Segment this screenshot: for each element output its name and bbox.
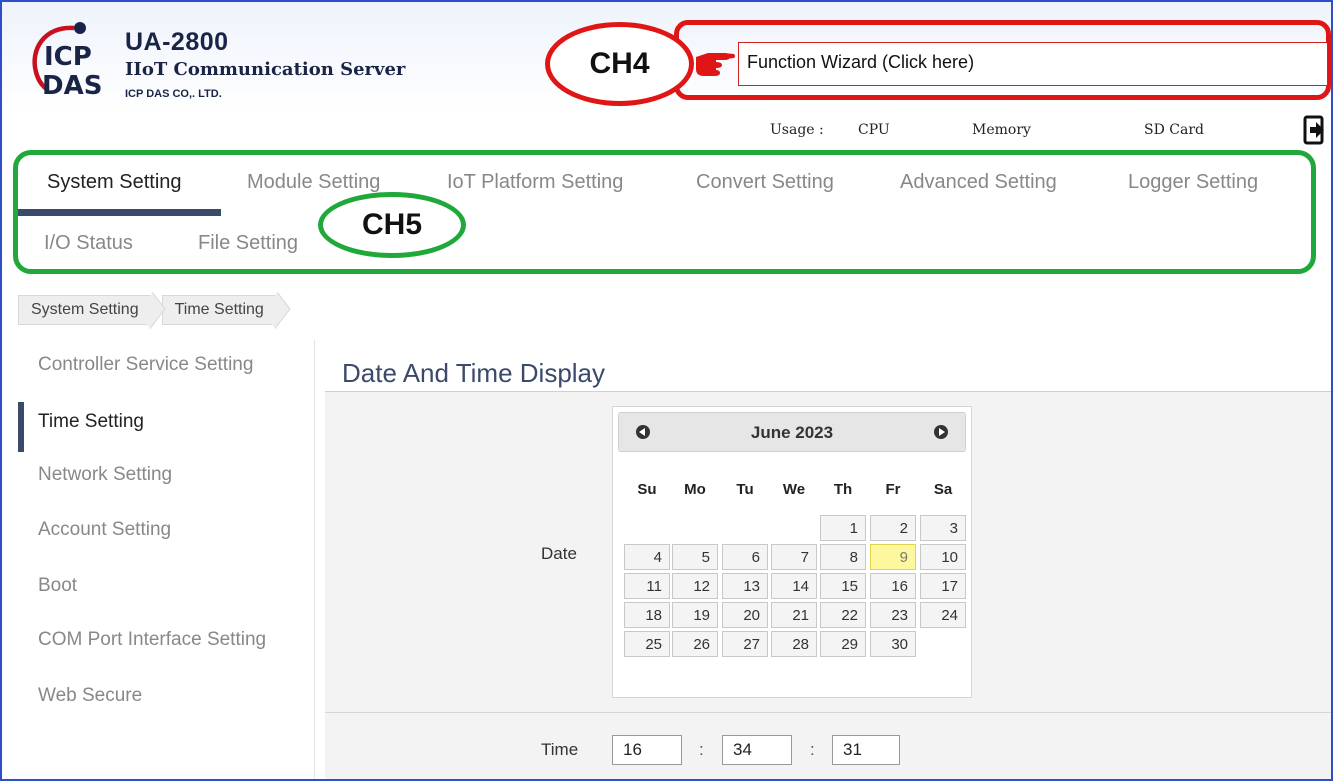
cpu-label: CPU bbox=[858, 122, 890, 138]
weekday-label: Tu bbox=[736, 481, 754, 498]
ch5-callout: CH5 bbox=[318, 192, 466, 258]
hour-input[interactable]: 16 bbox=[612, 735, 682, 765]
calendar-day[interactable]: 26 bbox=[672, 631, 718, 657]
active-tab-indicator bbox=[18, 209, 221, 216]
logo-text-icp: ICP bbox=[44, 42, 92, 72]
sidebar-item-network-setting[interactable]: Network Setting bbox=[38, 464, 172, 486]
calendar-day[interactable]: 3 bbox=[920, 515, 966, 541]
product-name: UA-2800 bbox=[125, 28, 229, 56]
tab-file-setting[interactable]: File Setting bbox=[198, 232, 298, 255]
calendar-day[interactable]: 1 bbox=[820, 515, 866, 541]
sd-card-label: SD Card bbox=[1144, 122, 1204, 138]
ch4-callout: CH4 bbox=[545, 22, 694, 106]
calendar-day[interactable]: 17 bbox=[920, 573, 966, 599]
calendar-day[interactable]: 23 bbox=[870, 602, 916, 628]
pointing-hand-icon bbox=[696, 53, 735, 76]
calendar-day[interactable]: 21 bbox=[771, 602, 817, 628]
calendar-day[interactable]: 11 bbox=[624, 573, 670, 599]
calendar-day[interactable]: 25 bbox=[624, 631, 670, 657]
breadcrumb-system-setting[interactable]: System Setting bbox=[18, 295, 154, 325]
calendar-day-selected[interactable]: 9 bbox=[870, 544, 916, 570]
calendar-header: June 2023 bbox=[618, 412, 966, 452]
weekday-label: Su bbox=[637, 481, 657, 498]
sidebar-item-account-setting[interactable]: Account Setting bbox=[38, 519, 171, 541]
memory-label: Memory bbox=[972, 122, 1031, 138]
calendar-day[interactable]: 4 bbox=[624, 544, 670, 570]
calendar-day[interactable]: 7 bbox=[771, 544, 817, 570]
function-wizard-button[interactable]: Function Wizard (Click here) bbox=[738, 42, 1328, 86]
tab-advanced-setting[interactable]: Advanced Setting bbox=[900, 171, 1057, 194]
calendar-day[interactable]: 12 bbox=[672, 573, 718, 599]
weekday-label: Sa bbox=[933, 481, 953, 498]
calendar-day[interactable]: 28 bbox=[771, 631, 817, 657]
calendar-day[interactable]: 10 bbox=[920, 544, 966, 570]
product-tagline: IIoT Communication Server bbox=[125, 59, 406, 80]
tab-iot-platform-setting[interactable]: IoT Platform Setting bbox=[447, 171, 623, 194]
breadcrumb-time-setting[interactable]: Time Setting bbox=[161, 295, 279, 325]
icp-das-logo: ICP DAS bbox=[32, 22, 102, 101]
usage-label: Usage : bbox=[770, 122, 824, 138]
calendar-day[interactable]: 27 bbox=[722, 631, 768, 657]
tab-logger-setting[interactable]: Logger Setting bbox=[1128, 171, 1258, 194]
calendar-day[interactable]: 24 bbox=[920, 602, 966, 628]
row-divider bbox=[325, 712, 1331, 713]
weekday-label: Th bbox=[833, 481, 853, 498]
date-label: Date bbox=[541, 544, 577, 563]
sidebar-divider bbox=[314, 340, 315, 779]
calendar-day[interactable]: 20 bbox=[722, 602, 768, 628]
calendar-day[interactable]: 14 bbox=[771, 573, 817, 599]
sidebar-active-indicator bbox=[18, 402, 24, 452]
weekday-label: We bbox=[782, 481, 806, 498]
sidebar-item-web-secure[interactable]: Web Secure bbox=[38, 685, 142, 707]
calendar-day[interactable]: 6 bbox=[722, 544, 768, 570]
next-month-icon[interactable] bbox=[934, 425, 948, 439]
calendar-day[interactable]: 29 bbox=[820, 631, 866, 657]
calendar-day[interactable]: 8 bbox=[820, 544, 866, 570]
company-name: ICP DAS CO,. LTD. bbox=[125, 88, 222, 100]
calendar-day[interactable]: 16 bbox=[870, 573, 916, 599]
weekday-label: Fr bbox=[885, 481, 901, 498]
calendar-day[interactable]: 15 bbox=[820, 573, 866, 599]
calendar-day[interactable]: 13 bbox=[722, 573, 768, 599]
tab-convert-setting[interactable]: Convert Setting bbox=[696, 171, 834, 194]
logout-icon[interactable] bbox=[1303, 115, 1327, 145]
app-frame: ICP DAS UA-2800 IIoT Communication Serve… bbox=[0, 0, 1333, 781]
title-divider bbox=[325, 391, 1331, 392]
calendar-day[interactable]: 19 bbox=[672, 602, 718, 628]
sidebar-item-boot[interactable]: Boot bbox=[38, 575, 77, 597]
calendar-month-title: June 2023 bbox=[750, 423, 834, 442]
minute-input[interactable]: 34 bbox=[722, 735, 792, 765]
time-separator: : bbox=[810, 740, 815, 759]
logo-text-das: DAS bbox=[42, 71, 102, 101]
calendar-day[interactable]: 2 bbox=[870, 515, 916, 541]
calendar-day[interactable]: 22 bbox=[820, 602, 866, 628]
sidebar-item-time-setting[interactable]: Time Setting bbox=[38, 411, 144, 433]
calendar-day[interactable]: 30 bbox=[870, 631, 916, 657]
breadcrumb: System Setting Time Setting bbox=[18, 295, 287, 325]
tab-system-setting[interactable]: System Setting bbox=[47, 171, 182, 194]
page-title: Date And Time Display bbox=[342, 358, 606, 388]
time-label: Time bbox=[541, 740, 579, 759]
sidebar-item-com-port[interactable]: COM Port Interface Setting bbox=[38, 629, 266, 651]
calendar-day[interactable]: 5 bbox=[672, 544, 718, 570]
sidebar-item-controller-service[interactable]: Controller Service Setting bbox=[38, 354, 253, 376]
tab-module-setting[interactable]: Module Setting bbox=[247, 171, 380, 194]
date-picker: June 2023 Su Mo Tu We Th Fr Sa 1 2 3 4 5 6 7 8 9 10 11 12 1… bbox=[612, 406, 972, 698]
time-separator: : bbox=[699, 740, 704, 759]
second-input[interactable]: 31 bbox=[832, 735, 900, 765]
tab-io-status[interactable]: I/O Status bbox=[44, 232, 133, 255]
calendar-day[interactable]: 18 bbox=[624, 602, 670, 628]
weekday-label: Mo bbox=[684, 481, 706, 498]
